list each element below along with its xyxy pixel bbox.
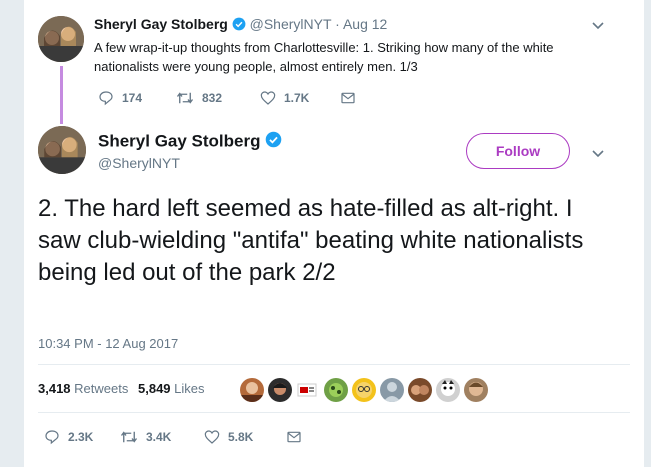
- parent-retweet-button[interactable]: 832: [176, 90, 222, 106]
- parent-date[interactable]: Aug 12: [343, 16, 387, 32]
- parent-author-name[interactable]: Sheryl Gay Stolberg: [94, 16, 228, 32]
- main-dm-button[interactable]: [286, 429, 310, 445]
- verified-badge-icon: [265, 131, 282, 153]
- liker-avatar[interactable]: [268, 378, 292, 402]
- main-retweet-count: 3.4K: [146, 430, 172, 444]
- parent-avatar[interactable]: [38, 16, 84, 62]
- parent-separator: ·: [335, 16, 340, 32]
- parent-retweet-count: 832: [202, 91, 223, 105]
- liker-avatar[interactable]: [436, 378, 460, 402]
- liker-avatar[interactable]: [324, 378, 348, 402]
- reply-icon: [45, 430, 59, 445]
- parent-text: A few wrap-it-up thoughts from Charlotte…: [94, 40, 554, 74]
- main-retweet-button[interactable]: 3.4K: [120, 429, 171, 445]
- reply-icon: [99, 91, 113, 106]
- stats-row: 3,418 Retweets 5,849 Likes: [38, 381, 205, 396]
- divider-bottom: [38, 412, 630, 413]
- liker-avatar[interactable]: [296, 378, 318, 402]
- chevron-down-icon: [592, 150, 604, 158]
- main-reply-count: 2.3K: [68, 430, 94, 444]
- liker-avatar[interactable]: [408, 378, 432, 402]
- main-like-count: 5.8K: [228, 430, 254, 444]
- heart-icon: [260, 91, 276, 105]
- envelope-icon: [287, 431, 301, 443]
- liker-avatar[interactable]: [352, 378, 376, 402]
- main-reply-button[interactable]: 2.3K: [44, 429, 93, 445]
- liker-avatar[interactable]: [240, 378, 264, 402]
- main-author-name[interactable]: Sheryl Gay Stolberg: [98, 131, 261, 150]
- main-avatar[interactable]: [38, 126, 86, 174]
- parent-like-count: 1.7K: [284, 91, 310, 105]
- parent-header: Sheryl Gay Stolberg @SherylNYT · Aug 12: [94, 16, 387, 34]
- like-count: 5,849: [138, 381, 171, 396]
- like-label: Likes: [174, 381, 205, 396]
- liker-avatar[interactable]: [380, 378, 404, 402]
- retweets-stat[interactable]: 3,418 Retweets: [38, 381, 132, 396]
- tweet-card: Sheryl Gay Stolberg @SherylNYT · Aug 12 …: [24, 0, 644, 467]
- parent-reply-button[interactable]: 174: [98, 90, 142, 106]
- main-like-button[interactable]: 5.8K: [204, 429, 253, 445]
- retweet-label: Retweets: [74, 381, 129, 396]
- chevron-down-icon: [592, 22, 604, 30]
- envelope-icon: [341, 92, 355, 104]
- main-handle[interactable]: @SherylNYT: [98, 155, 180, 171]
- follow-button[interactable]: Follow: [466, 133, 570, 169]
- parent-like-button[interactable]: 1.7K: [260, 90, 309, 106]
- divider-top: [38, 364, 630, 365]
- main-timestamp[interactable]: 10:34 PM - 12 Aug 2017: [38, 336, 178, 351]
- main-text: 2. The hard left seemed as hate-filled a…: [38, 195, 584, 286]
- verified-badge-icon: [232, 17, 246, 34]
- parent-handle[interactable]: @SherylNYT: [250, 16, 332, 32]
- retweet-icon: [176, 92, 194, 104]
- thread-line: [60, 66, 63, 124]
- liker-avatar[interactable]: [464, 378, 488, 402]
- likes-stat[interactable]: 5,849 Likes: [138, 381, 205, 396]
- retweet-icon: [120, 431, 138, 443]
- parent-reply-count: 174: [122, 91, 143, 105]
- main-author-row: Sheryl Gay Stolberg: [98, 131, 282, 153]
- parent-caret[interactable]: [591, 18, 605, 37]
- main-caret[interactable]: [591, 146, 605, 165]
- retweet-count: 3,418: [38, 381, 71, 396]
- parent-dm-button[interactable]: [340, 90, 364, 106]
- heart-icon: [204, 430, 220, 444]
